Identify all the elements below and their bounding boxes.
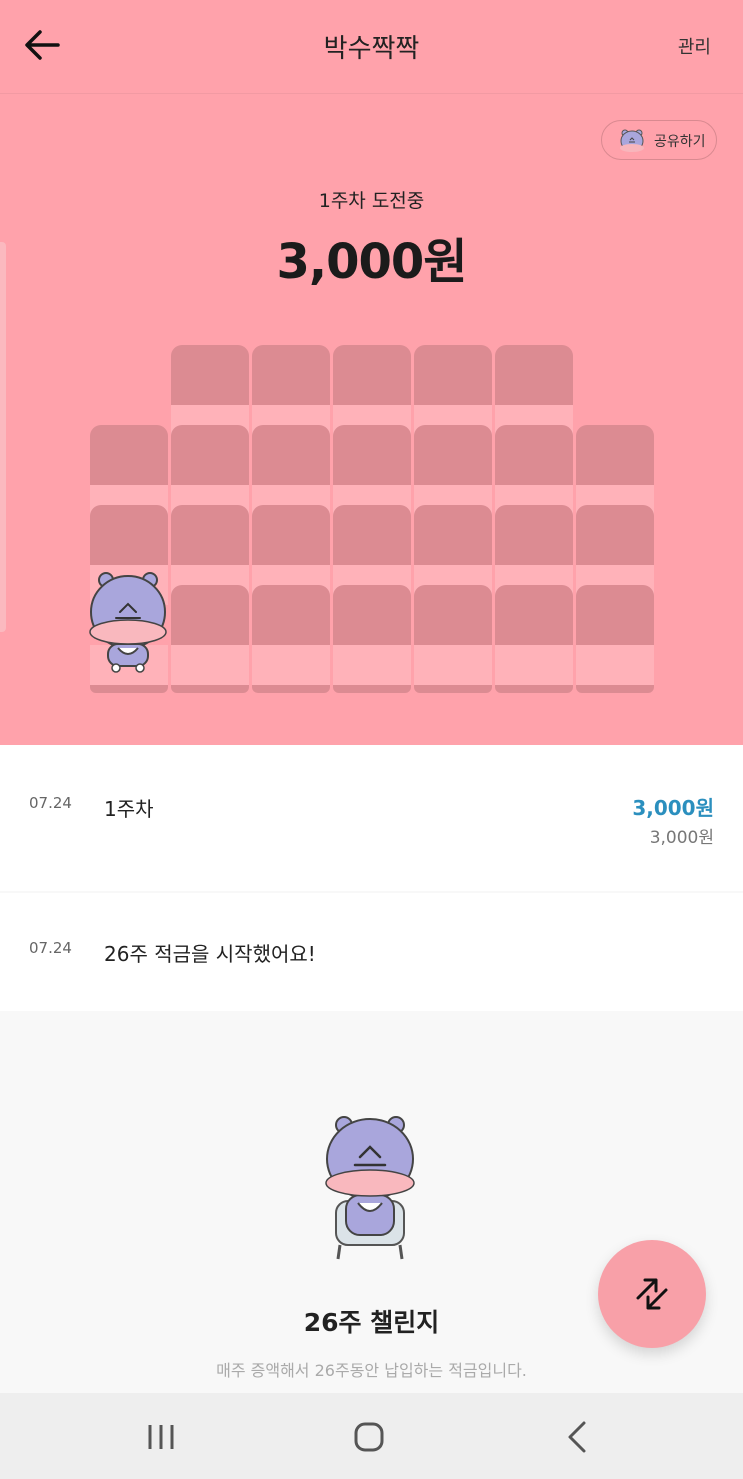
swap-fab-button[interactable] [598,1240,706,1348]
item-total: 3,000원 [649,828,714,848]
recent-apps-icon [148,1425,174,1449]
item-date: 07.24 [29,794,72,812]
chevron-left-icon [568,1421,586,1453]
home-button[interactable] [349,1417,389,1457]
seat-grid [0,94,743,745]
seat [576,585,654,693]
swap-arrows-icon [636,1278,668,1310]
seat [495,585,573,693]
manage-button[interactable]: 관리 [678,33,711,59]
item-description: 1주차 [104,797,154,821]
list-item[interactable]: 07.24 1주차 3,000원 3,000원 [0,745,743,891]
savings-hero: 공유하기 1주차 도전중 3,000원 [0,94,743,745]
challenge-description: 매주 증액해서 26주동안 납입하는 적금입니다. [216,1361,527,1380]
hippo-icon [325,1116,415,1260]
system-navigation-bar [0,1393,743,1479]
seat [252,585,330,693]
seat [171,585,249,693]
recent-apps-button[interactable] [142,1417,182,1457]
home-icon [354,1422,384,1452]
item-description: 26주 적금을 시작했어요! [104,942,316,966]
hippo-icon [89,572,167,673]
item-amount: 3,000원 [632,796,714,820]
page-title: 박수짝짝 [323,34,420,64]
top-app-bar: 박수짝짝 관리 [0,0,743,94]
item-date: 07.24 [29,939,72,957]
nav-back-button[interactable] [558,1417,598,1457]
seat [333,585,411,693]
seat [414,585,492,693]
list-item[interactable]: 07.24 26주 적금을 시작했어요! [0,893,743,1011]
